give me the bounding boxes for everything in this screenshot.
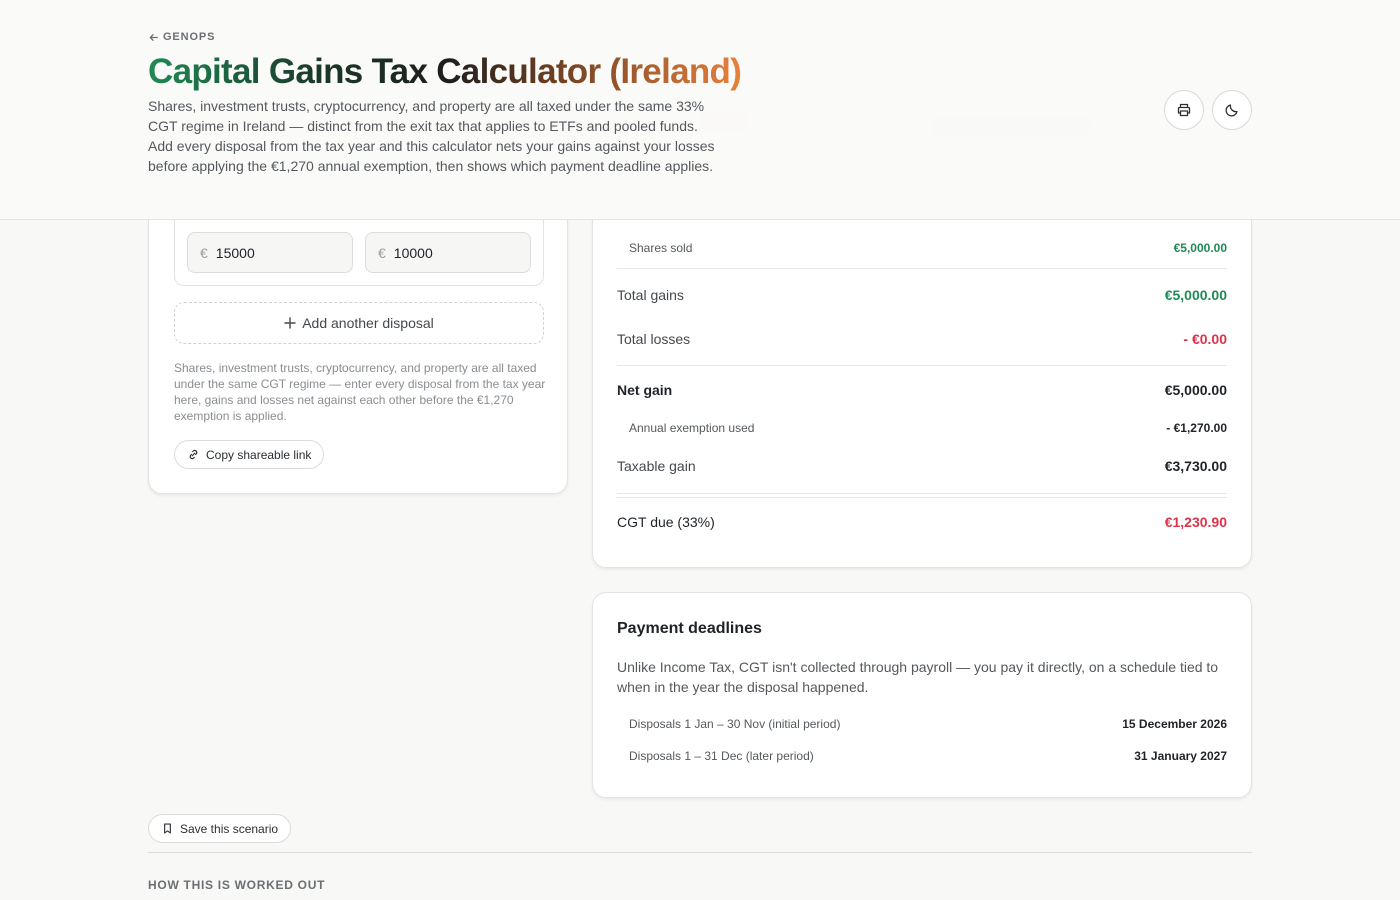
deadline-row: Disposals 1 Jan – 30 Nov (initial period… [629, 717, 1227, 731]
deadline-period: Disposals 1 Jan – 30 Nov (initial period… [629, 717, 841, 731]
add-disposal-button[interactable]: Add another disposal [174, 302, 544, 344]
cgt-due-value: €1,230.90 [1164, 514, 1227, 530]
net-gain-value: €5,000.00 [1164, 382, 1227, 398]
print-button[interactable] [1164, 90, 1204, 130]
arrow-left-icon [149, 33, 158, 41]
deadline-period: Disposals 1 – 31 Dec (later period) [629, 749, 814, 763]
payment-deadlines-card: Payment deadlines Unlike Income Tax, CGT… [592, 592, 1252, 798]
taxable-gain-row: Taxable gain €3,730.00 [617, 458, 1227, 474]
cost-input[interactable]: € 10000 [365, 232, 531, 273]
total-losses-value: - €0.00 [1183, 331, 1227, 347]
back-link[interactable]: GENOPS [148, 31, 215, 43]
bookmark-icon [164, 823, 171, 834]
total-losses-label: Total losses [617, 331, 691, 347]
divider [617, 497, 1227, 498]
page-subtitle: Shares, investment trusts, cryptocurrenc… [148, 98, 715, 174]
deadline-row: Disposals 1 – 31 Dec (later period) 31 J… [629, 749, 1227, 763]
save-scenario-button[interactable]: Save this scenario [148, 814, 292, 843]
page-title: Capital Gains Tax Calculator (Ireland) [148, 52, 742, 91]
total-gains-row: Total gains €5,000.00 [617, 287, 1227, 303]
copy-link-button[interactable]: Copy shareable link [174, 440, 325, 469]
deadlines-description: Unlike Income Tax, CGT isn't collected t… [617, 659, 1219, 695]
cgt-due-row: CGT due (33%) €1,230.90 [617, 514, 1227, 530]
total-gains-value: €5,000.00 [1164, 287, 1227, 303]
proceeds-input[interactable]: € 15000 [187, 232, 353, 273]
currency-symbol: € [378, 244, 386, 261]
page-header: GENOPS Capital Gains Tax Calculator (Ire… [0, 0, 1400, 220]
exemption-label: Annual exemption used [629, 421, 755, 435]
printer-icon [1177, 103, 1191, 117]
copy-link-label: Copy shareable link [206, 447, 312, 462]
taxable-gain-label: Taxable gain [617, 458, 696, 474]
disposal-note: Shares, investment trusts, cryptocurrenc… [174, 361, 546, 423]
currency-symbol: € [200, 244, 208, 261]
disposals-card: € 15000 € 10000 Add another disposal Sha… [148, 180, 568, 494]
proceeds-value: 15000 [215, 244, 255, 261]
net-gain-row: Net gain €5,000.00 [617, 382, 1227, 398]
deadlines-title: Payment deadlines [617, 620, 762, 637]
shares-sold-label: Shares sold [629, 241, 693, 255]
cost-value: 10000 [393, 244, 433, 261]
theme-toggle-button[interactable] [1212, 90, 1252, 130]
divider [617, 365, 1227, 366]
section-divider [148, 852, 1252, 853]
taxable-gain-value: €3,730.00 [1164, 458, 1227, 474]
save-scenario-label: Save this scenario [180, 821, 279, 836]
link-icon [189, 449, 198, 460]
divider [617, 268, 1227, 269]
shares-sold-value: €5,000.00 [1173, 241, 1227, 255]
deadline-date: 31 January 2027 [1134, 749, 1227, 763]
total-gains-label: Total gains [617, 287, 684, 303]
exemption-value: - €1,270.00 [1166, 421, 1227, 435]
results-card: Shares sold €5,000.00 Total gains €5,000… [592, 160, 1252, 568]
deadline-date: 15 December 2026 [1122, 717, 1227, 731]
add-disposal-label: Add another disposal [302, 315, 434, 331]
exemption-row: Annual exemption used - €1,270.00 [629, 421, 1227, 435]
cgt-due-label: CGT due (33%) [617, 514, 715, 530]
net-gain-label: Net gain [617, 382, 673, 398]
divider [617, 493, 1227, 494]
section-heading: HOW THIS IS WORKED OUT [148, 878, 326, 892]
shares-sold-row: Shares sold €5,000.00 [629, 241, 1227, 255]
moon-icon [1225, 104, 1238, 117]
plus-icon [284, 317, 296, 329]
back-link-label: GENOPS [163, 31, 216, 43]
total-losses-row: Total losses - €0.00 [617, 331, 1227, 347]
